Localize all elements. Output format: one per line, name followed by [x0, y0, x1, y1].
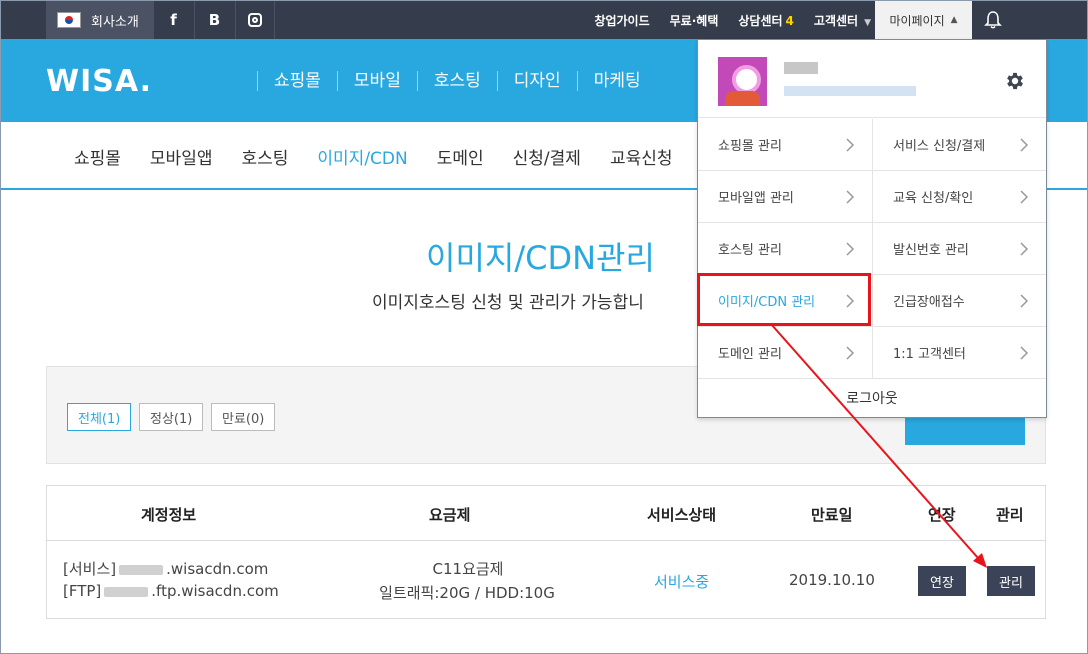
mypage-dropdown: 쇼핑몰 관리 서비스 신청/결제 모바일앱 관리 교육 신청/확인 호스팅 관리… [697, 39, 1047, 418]
subnav-item-domain[interactable]: 도메인 [437, 144, 484, 169]
service-table: 계정정보 요금제 서비스상태 만료일 연장 관리 [서비스] .wisacdn.c… [46, 485, 1046, 619]
chevron-right-icon [1020, 294, 1029, 308]
extend-button[interactable]: 연장 [918, 566, 966, 596]
filter-all-button[interactable]: 전체(1) [67, 403, 132, 431]
main-nav: 쇼핑몰 모바일 호스팅 디자인 마케팅 [257, 71, 657, 91]
plan-detail: 일트래픽:20G / HDD:10G [379, 584, 555, 602]
bell-icon[interactable] [983, 10, 1003, 30]
korea-flag-icon [57, 12, 81, 28]
subnav-item-image-cdn[interactable]: 이미지/CDN [317, 144, 407, 169]
masked-id [104, 586, 149, 597]
subnav-item-hosting[interactable]: 호스팅 [241, 144, 288, 169]
plan-name: C11요금제 [432, 560, 504, 578]
chevron-up-icon: ▲ [950, 15, 958, 25]
subnav-item-mobileapp[interactable]: 모바일앱 [150, 144, 213, 169]
facebook-icon[interactable]: f [153, 1, 193, 39]
masked-user-name [784, 62, 818, 74]
service-account: [서비스] .wisacdn.com [63, 560, 269, 578]
main-nav-hosting[interactable]: 호스팅 [416, 71, 497, 91]
menu-item-mobileapp-manage[interactable]: 모바일앱 관리 [698, 171, 872, 223]
manage-button[interactable]: 관리 [987, 566, 1035, 596]
chevron-right-icon [846, 294, 855, 308]
masked-user-email [784, 86, 916, 96]
menu-item-one-to-one[interactable]: 1:1 고객센터 [872, 327, 1046, 379]
chevron-right-icon [846, 190, 855, 204]
profile-header [698, 40, 1046, 118]
status-badge: 서비스중 [654, 573, 710, 591]
page-description: 이미지호스팅 신청 및 관리가 가능합니 [372, 293, 644, 313]
ftp-account: [FTP] .ftp.wisacdn.com [63, 582, 279, 600]
subnav-item-shoppingmall[interactable]: 쇼핑몰 [74, 144, 121, 169]
company-intro-label: 회사소개 [91, 14, 139, 30]
menu-item-education[interactable]: 교육 신청/확인 [872, 171, 1046, 223]
customer-center-menu[interactable]: 고객센터 ▼ [814, 12, 871, 29]
expiry-date: 2019.10.10 [789, 571, 875, 589]
subnav-item-apply-payment[interactable]: 신청/결제 [513, 144, 581, 169]
gear-icon[interactable] [1004, 70, 1026, 92]
main-nav-shoppingmall[interactable]: 쇼핑몰 [257, 71, 337, 91]
column-header-extend: 연장 [928, 506, 956, 524]
chevron-right-icon [1020, 138, 1029, 152]
column-header-plan: 요금제 [429, 506, 471, 524]
menu-item-domain-manage[interactable]: 도메인 관리 [698, 327, 872, 379]
main-nav-marketing[interactable]: 마케팅 [576, 71, 657, 91]
mypage-menu[interactable]: 마이페이지 ▲ [875, 1, 972, 39]
top-utility-bar: 회사소개 f B 창업가이드 무료·혜택 상담센터 4 고객센터 ▼ 마이페이지 ▲ [1, 1, 1087, 39]
logout-button[interactable]: 로그아웃 [698, 378, 1046, 418]
chevron-right-icon [846, 346, 855, 360]
menu-item-image-cdn-manage[interactable]: 이미지/CDN 관리 [698, 275, 872, 327]
chevron-right-icon [846, 138, 855, 152]
subnav-item-education[interactable]: 교육신청 [610, 144, 673, 169]
main-nav-design[interactable]: 디자인 [496, 71, 577, 91]
chevron-right-icon [846, 242, 855, 256]
blog-icon[interactable]: B [194, 1, 234, 39]
menu-item-shoppingmall-manage[interactable]: 쇼핑몰 관리 [698, 119, 872, 171]
menu-item-emergency[interactable]: 긴급장애접수 [872, 275, 1046, 327]
top-links: 창업가이드 무료·혜택 상담센터 4 고객센터 ▼ [594, 1, 871, 39]
column-header-account: 계정정보 [141, 506, 197, 524]
page-frame: 회사소개 f B 창업가이드 무료·혜택 상담센터 4 고객센터 ▼ 마이페이지 ▲ … [0, 0, 1088, 654]
chevron-right-icon [1020, 190, 1029, 204]
wisa-logo[interactable]: WISA. [46, 64, 152, 99]
chevron-right-icon [1020, 346, 1029, 360]
main-nav-mobile[interactable]: 모바일 [336, 71, 417, 91]
menu-item-service-payment[interactable]: 서비스 신청/결제 [872, 119, 1046, 171]
instagram-icon[interactable] [235, 1, 275, 39]
consult-center-link[interactable]: 상담센터 4 [738, 12, 794, 29]
avatar [718, 57, 767, 106]
free-benefits-link[interactable]: 무료·혜택 [670, 12, 719, 29]
masked-id [119, 564, 164, 575]
menu-item-sender-number[interactable]: 발신번호 관리 [872, 223, 1046, 275]
column-header-status: 서비스상태 [647, 506, 717, 524]
page-title: 이미지/CDN관리 [426, 239, 655, 277]
column-header-expiry: 만료일 [811, 506, 853, 524]
column-header-manage: 관리 [996, 506, 1024, 524]
menu-item-hosting-manage[interactable]: 호스팅 관리 [698, 223, 872, 275]
company-intro-link[interactable]: 회사소개 [46, 1, 153, 39]
table-header: 계정정보 요금제 서비스상태 만료일 연장 관리 [47, 486, 1045, 541]
chevron-down-icon: ▼ [864, 17, 871, 28]
startup-guide-link[interactable]: 창업가이드 [594, 12, 649, 29]
consult-count-badge: 4 [785, 13, 794, 28]
chevron-right-icon [1020, 242, 1029, 256]
filter-normal-button[interactable]: 정상(1) [139, 403, 204, 431]
filter-expired-button[interactable]: 만료(0) [211, 403, 276, 431]
